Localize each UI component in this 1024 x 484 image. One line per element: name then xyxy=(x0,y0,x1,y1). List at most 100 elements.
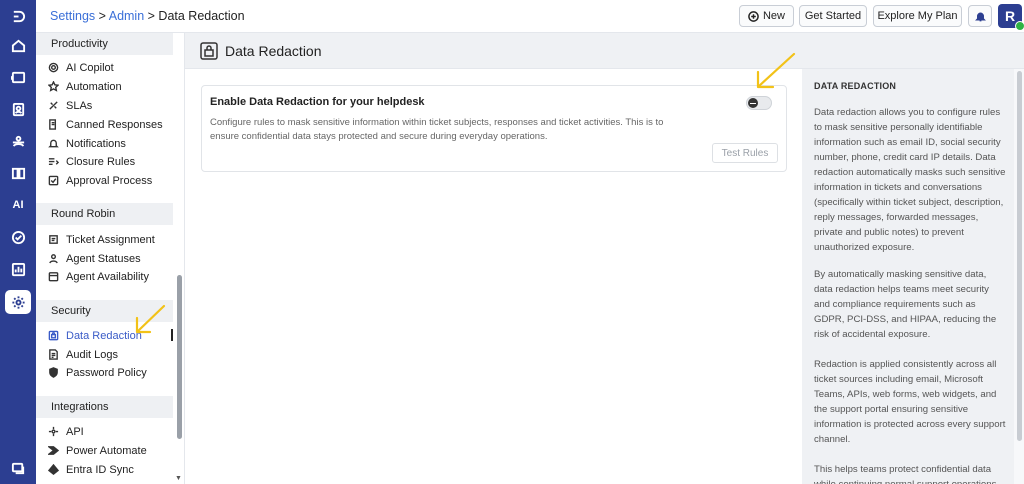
breadcrumb-admin[interactable]: Admin xyxy=(109,9,144,23)
nav-item-agent-statuses[interactable]: Agent Statuses xyxy=(48,250,141,267)
nav-item-label: Notifications xyxy=(66,137,126,150)
tasks-icon[interactable] xyxy=(5,225,31,249)
checklist-icon xyxy=(48,175,59,186)
get-started-label: Get Started xyxy=(804,10,862,22)
highlight-arrow-icon xyxy=(754,51,798,94)
redaction-icon xyxy=(48,330,59,341)
nav-item-closure-rules[interactable]: Closure Rules xyxy=(48,153,135,170)
info-paragraph: By automatically masking sensitive data,… xyxy=(814,269,997,340)
nav-item-audit-logs[interactable]: Audit Logs xyxy=(48,346,118,363)
nav-item-label: Audit Logs xyxy=(66,348,118,361)
app-rail: AI xyxy=(0,0,36,484)
document-edit-icon xyxy=(49,119,57,130)
nav-item-label: Ticket Assignment xyxy=(66,233,155,246)
nav-item-ticket-assignment[interactable]: Ticket Assignment xyxy=(48,231,155,248)
plus-circle-icon xyxy=(748,10,759,22)
info-panel-scroll-thumb[interactable] xyxy=(1017,71,1022,441)
api-icon xyxy=(48,426,59,437)
nav-item-label: AI Copilot xyxy=(66,61,114,74)
rules-icon xyxy=(48,158,59,165)
active-indicator xyxy=(171,329,173,341)
nav-item-label: Closure Rules xyxy=(66,155,136,168)
nav-item-data-redaction[interactable]: Data Redaction xyxy=(48,327,142,344)
data-redaction-card: Enable Data Redaction for your helpdesk … xyxy=(201,85,787,172)
agent-status-icon xyxy=(49,254,58,264)
teams-icon[interactable] xyxy=(5,129,31,153)
nav-item-power-automate[interactable]: Power Automate xyxy=(48,442,147,459)
breadcrumb-settings[interactable]: Settings xyxy=(50,9,95,23)
info-paragraph: Redaction is applied consistently across… xyxy=(814,359,1006,445)
nav-item-label: SLAs xyxy=(66,99,93,112)
redaction-icon xyxy=(199,41,219,61)
explore-plan-button[interactable]: Explore My Plan xyxy=(873,5,962,27)
ai-icon[interactable]: AI xyxy=(5,193,31,217)
card-title: Enable Data Redaction for your helpdesk xyxy=(210,96,425,108)
sla-icon xyxy=(49,101,58,110)
knowledge-base-icon[interactable] xyxy=(5,161,31,185)
nav-item-label: Data Redaction xyxy=(66,329,142,342)
nav-item-automation[interactable]: Automation xyxy=(48,78,122,95)
explore-plan-label: Explore My Plan xyxy=(877,10,958,22)
bell-icon xyxy=(48,139,59,148)
reports-icon[interactable] xyxy=(5,257,31,281)
online-status-icon xyxy=(1015,21,1024,31)
nav-item-label: Canned Responses xyxy=(66,118,163,131)
nav-item-label: Power Automate xyxy=(66,444,147,457)
nav-scrollbar[interactable]: ▼ xyxy=(174,33,184,484)
nav-item-label: Password Policy xyxy=(66,366,147,379)
breadcrumb-separator: > xyxy=(95,9,109,23)
nav-scroll-thumb[interactable] xyxy=(177,275,182,439)
enable-redaction-toggle[interactable] xyxy=(746,96,772,110)
ai-label: AI xyxy=(12,199,24,211)
nav-item-agent-availability[interactable]: Agent Availability xyxy=(48,268,149,285)
nav-item-api[interactable]: API xyxy=(48,423,84,440)
calendar-icon xyxy=(48,272,59,282)
nav-item-label: API xyxy=(66,425,84,438)
info-paragraph: Data redaction allows you to configure r… xyxy=(814,107,1006,253)
audit-log-icon xyxy=(49,349,58,360)
info-panel-scrollbar[interactable] xyxy=(1014,69,1024,484)
nav-item-label: Automation xyxy=(66,80,122,93)
nav-item-notifications[interactable]: Notifications xyxy=(48,135,126,152)
breadcrumb: Settings > Admin > Data Redaction xyxy=(50,9,245,23)
test-rules-button[interactable]: Test Rules xyxy=(712,143,778,163)
contacts-icon[interactable] xyxy=(5,97,31,121)
star-icon xyxy=(48,81,59,92)
nav-item-label: Agent Statuses xyxy=(66,252,141,265)
breadcrumb-separator: > xyxy=(144,9,159,23)
settings-gear-icon[interactable] xyxy=(5,290,31,314)
bell-icon xyxy=(974,12,986,21)
nav-section-integrations: Integrations xyxy=(36,396,173,418)
card-description: Configure rules to mask sensitive inform… xyxy=(210,117,664,142)
notifications-button[interactable] xyxy=(968,5,992,27)
new-button[interactable]: New xyxy=(739,5,794,27)
top-bar: Settings > Admin > Data Redaction New Ge… xyxy=(36,0,1024,33)
nav-item-slas[interactable]: SLAs xyxy=(48,97,92,114)
home-icon[interactable] xyxy=(5,33,31,57)
avatar-initial: R xyxy=(1004,8,1016,24)
ticket-icon[interactable] xyxy=(5,65,31,89)
settings-nav: Productivity AI Copilot Automation SLAs … xyxy=(36,33,185,484)
nav-item-entra-id-sync[interactable]: Entra ID Sync xyxy=(48,461,134,478)
highlight-arrow-icon xyxy=(133,303,167,338)
nav-item-label: Approval Process xyxy=(66,174,153,187)
page-header: Data Redaction xyxy=(185,33,1024,69)
avatar[interactable]: R xyxy=(998,4,1024,31)
info-panel-heading: DATA REDACTION xyxy=(814,81,897,91)
assignment-icon xyxy=(49,235,58,244)
scroll-down-arrow-icon[interactable]: ▼ xyxy=(175,475,182,482)
get-started-button[interactable]: Get Started xyxy=(799,5,867,27)
nav-item-canned-responses[interactable]: Canned Responses xyxy=(48,116,163,133)
nav-section-round-robin: Round Robin xyxy=(36,203,173,225)
chat-icon[interactable] xyxy=(5,456,31,480)
nav-item-approval-process[interactable]: Approval Process xyxy=(48,172,152,189)
nav-item-label: Agent Availability xyxy=(66,270,149,283)
gear-icon xyxy=(48,62,59,73)
info-panel: DATA REDACTION Data redaction allows you… xyxy=(802,69,1014,484)
nav-item-ai-copilot[interactable]: AI Copilot xyxy=(48,59,114,76)
shield-icon xyxy=(49,367,58,378)
entra-id-icon xyxy=(48,464,59,475)
breadcrumb-current: Data Redaction xyxy=(158,9,245,23)
nav-item-password-policy[interactable]: Password Policy xyxy=(48,364,147,381)
logo-icon[interactable] xyxy=(5,4,31,28)
